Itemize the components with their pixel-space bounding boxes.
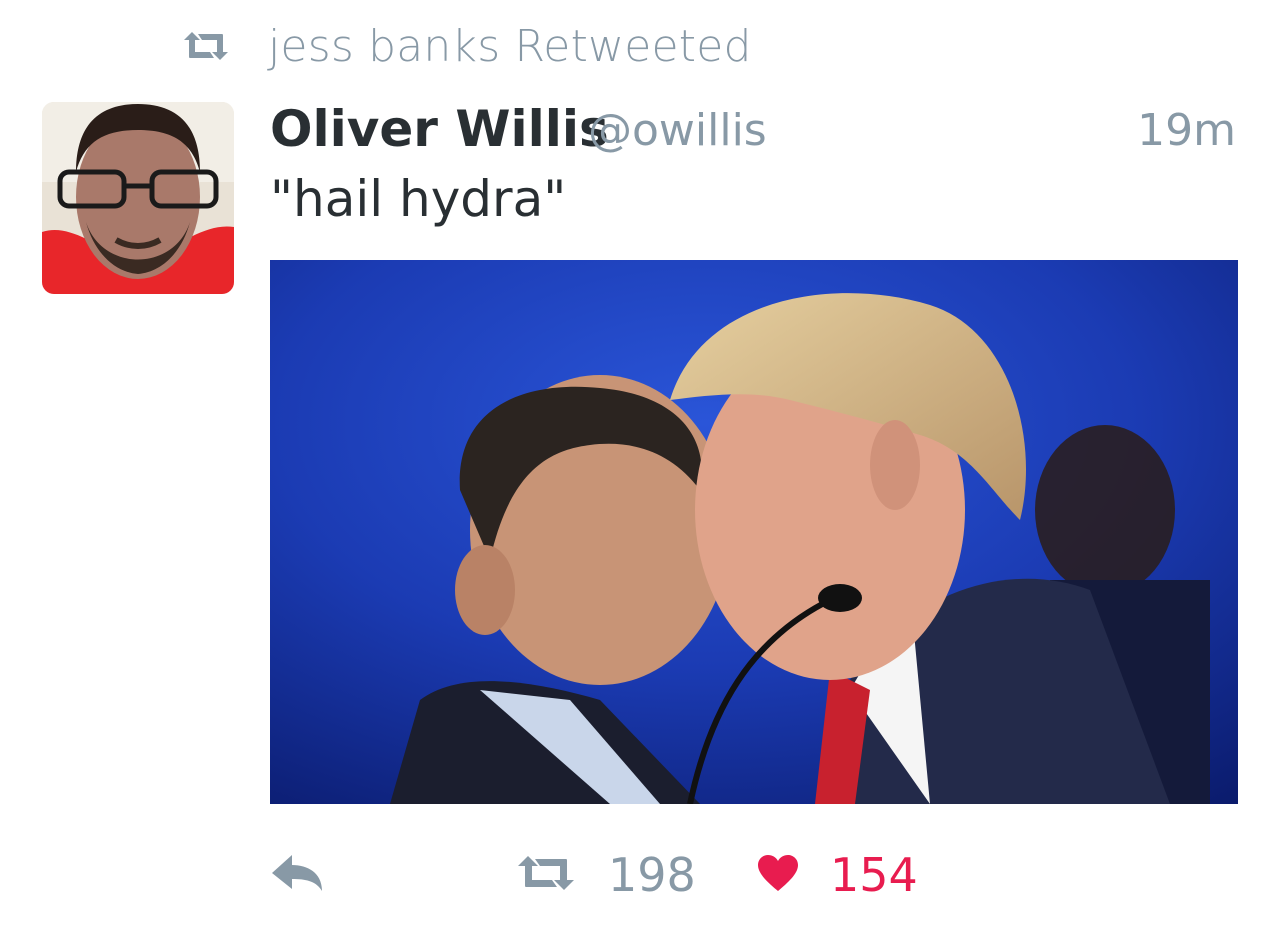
timestamp[interactable]: 19m xyxy=(1137,98,1236,164)
retweet-icon xyxy=(180,30,232,62)
tweet-text: "hail hydra" xyxy=(270,170,567,228)
retweet-button[interactable]: 198 xyxy=(514,838,696,912)
tweet-photo[interactable] xyxy=(270,260,1238,804)
user-handle[interactable]: @owillis xyxy=(588,98,767,164)
tweet-actions: 198 154 xyxy=(270,838,1238,912)
like-count: 154 xyxy=(830,848,918,902)
tweet-header: Oliver Willis @owillis 19m xyxy=(270,96,1236,162)
retweet-count: 198 xyxy=(608,848,696,902)
retweet-context: jess banks Retweeted xyxy=(180,18,752,74)
retweet-icon xyxy=(514,853,578,897)
retweeted-by-text[interactable]: jess banks Retweeted xyxy=(268,21,752,72)
reply-button[interactable] xyxy=(270,838,324,912)
display-name[interactable]: Oliver Willis xyxy=(270,96,609,162)
heart-icon xyxy=(756,853,800,897)
like-button[interactable]: 154 xyxy=(756,838,918,912)
avatar[interactable] xyxy=(42,102,234,294)
reply-icon xyxy=(270,853,324,897)
